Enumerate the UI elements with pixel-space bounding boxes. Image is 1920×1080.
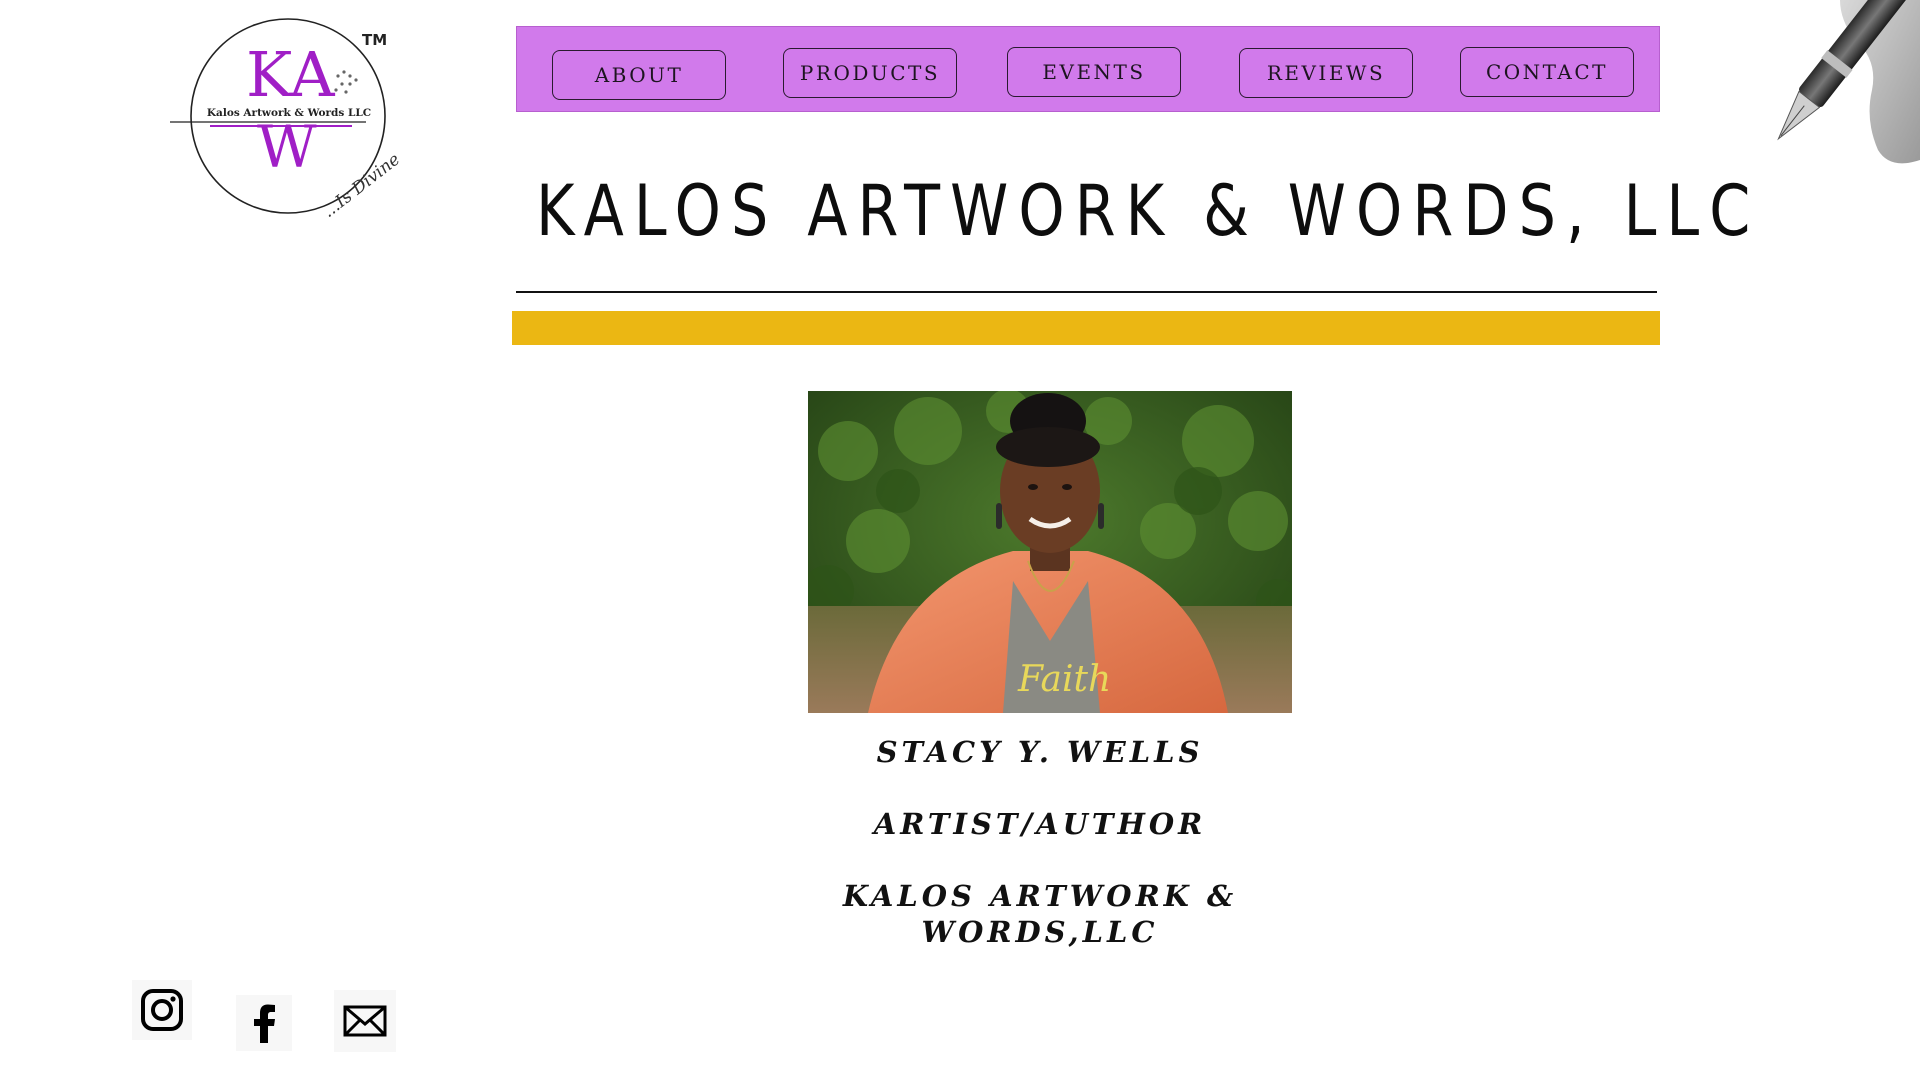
logo-w-text: W — [257, 113, 317, 181]
profile-role: ARTIST/AUTHOR — [873, 807, 1207, 841]
page: KA W Kalos Artwork & Words LLC ...Is Div… — [0, 0, 1920, 1080]
site-title-text: KALOS ARTWORK & WORDS, LLC — [536, 170, 1761, 252]
facebook-icon — [254, 1004, 275, 1043]
logo-graphic: KA W Kalos Artwork & Words LLC ...Is Div… — [170, 18, 404, 222]
email-icon — [343, 1005, 387, 1037]
title-divider — [516, 291, 1657, 293]
nav-contact-button[interactable]: CONTACT — [1460, 47, 1634, 97]
shirt-print-text: Faith — [1017, 659, 1111, 700]
profile-name: STACY Y. WELLS — [876, 735, 1204, 769]
gold-banner-strip — [512, 311, 1660, 345]
nav-events-button[interactable]: EVENTS — [1007, 47, 1181, 97]
email-link[interactable] — [334, 990, 396, 1052]
instagram-icon — [141, 989, 183, 1031]
nav-products-button[interactable]: PRODUCTS — [783, 48, 957, 98]
profile-text-block: STACY Y. WELLS ARTIST/AUTHOR KALOS ARTWO… — [780, 734, 1300, 950]
instagram-link[interactable] — [132, 980, 192, 1040]
nav-reviews-button[interactable]: REVIEWS — [1239, 48, 1413, 98]
logo-ka-text: KA — [246, 38, 336, 111]
profile-company-line-1: KALOS ARTWORK & — [842, 879, 1238, 913]
trademark-text: TM — [362, 31, 387, 49]
profile-company-line-2: WORDS,LLC — [921, 915, 1159, 949]
site-title: KALOS ARTWORK & WORDS, LLC KALOS ARTWORK… — [520, 170, 1750, 278]
logo-tagline-text: ...Is Divine — [319, 149, 404, 222]
facebook-link[interactable] — [236, 995, 292, 1051]
logo-company-text: Kalos Artwork & Words LLC — [207, 107, 371, 119]
main-nav: ABOUT PRODUCTS EVENTS REVIEWS CONTACT — [516, 26, 1660, 112]
logo-dots-decoration — [334, 70, 358, 94]
site-logo[interactable]: KA W Kalos Artwork & Words LLC ...Is Div… — [166, 14, 406, 224]
nav-about-button[interactable]: ABOUT — [552, 50, 726, 100]
profile-photo: Faith — [808, 391, 1292, 713]
